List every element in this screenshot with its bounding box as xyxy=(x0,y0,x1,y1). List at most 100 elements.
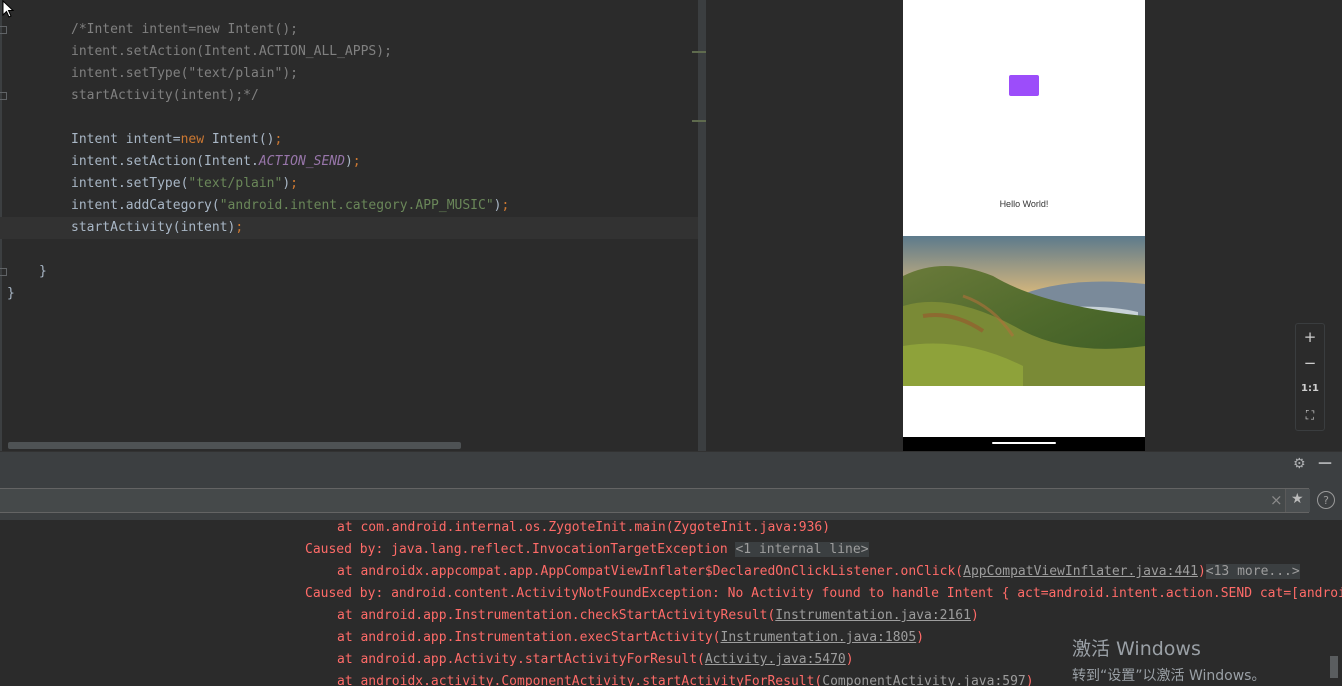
fold-marker[interactable] xyxy=(0,92,7,100)
log-line[interactable]: at android.app.Instrumentation.checkStar… xyxy=(337,605,979,627)
log-text: ) xyxy=(1197,564,1206,579)
code-line-text: } xyxy=(39,261,47,283)
code-token: new xyxy=(180,132,205,147)
clear-search-icon[interactable]: × xyxy=(1270,491,1283,509)
editor-horizontal-scrollbar[interactable] xyxy=(8,442,461,449)
star-icon: ★ xyxy=(1291,491,1304,507)
code-line[interactable] xyxy=(0,107,706,129)
log-text: at com.android.internal.os.ZygoteInit.ma… xyxy=(337,520,831,535)
code-line-text: startActivity(intent); xyxy=(71,217,243,239)
code-line[interactable]: /*Intent intent=new Intent(); xyxy=(0,19,706,41)
code-token: startActivity(intent) xyxy=(71,220,236,235)
code-token: ; xyxy=(501,198,510,213)
watermark-subtitle: 转到“设置”以激活 Windows。 xyxy=(1072,668,1266,684)
code-token: ACTION_SEND xyxy=(258,154,345,169)
zoom-out-button[interactable]: − xyxy=(1296,350,1324,376)
code-line[interactable]: } xyxy=(0,261,706,283)
code-line[interactable]: } xyxy=(0,283,706,305)
code-line-text: intent.setType("text/plain"); xyxy=(71,173,298,195)
code-line[interactable]: startActivity(intent);*/ xyxy=(0,85,706,107)
logcat-scrollbar[interactable] xyxy=(1330,656,1338,678)
source-link[interactable]: Instrumentation.java:1805 xyxy=(721,630,917,645)
code-token: intent.setAction(Intent. xyxy=(71,154,259,169)
log-line[interactable]: at com.android.internal.os.ZygoteInit.ma… xyxy=(337,520,830,539)
zoom-actual-size-button[interactable]: 1:1 xyxy=(1296,376,1324,402)
zoom-in-button[interactable]: + xyxy=(1296,324,1324,350)
code-line-text: intent.setAction(Intent.ACTION_ALL_APPS)… xyxy=(71,41,392,63)
code-token: ; xyxy=(290,176,298,191)
code-token: ) xyxy=(282,176,291,191)
log-text: Caused by: android.content.ActivityNotFo… xyxy=(305,586,1342,601)
code-line[interactable]: intent.setType("text/plain"); xyxy=(0,173,706,195)
code-line-text: Intent intent=new Intent(); xyxy=(71,129,282,151)
code-token: /*Intent intent=new Intent(); xyxy=(71,22,298,37)
log-text: ) xyxy=(970,608,979,623)
code-line[interactable]: Intent intent=new Intent(); xyxy=(0,129,706,151)
source-link[interactable]: Activity.java:5470 xyxy=(705,652,846,667)
code-token: "android.intent.category.APP_MUSIC" xyxy=(219,198,494,213)
folded-lines-toggle[interactable]: <13 more...> xyxy=(1205,564,1300,579)
logcat-search-input[interactable]: × ★ xyxy=(0,488,1310,513)
zoom-to-fit-button[interactable]: ⛶ xyxy=(1296,402,1324,428)
code-line[interactable]: intent.setAction(Intent.ACTION_ALL_APPS)… xyxy=(0,41,706,63)
fold-marker[interactable] xyxy=(0,26,7,34)
log-text: at android.app.Instrumentation.execStart… xyxy=(337,630,721,645)
zoom-controls: + − 1:1 ⛶ xyxy=(1295,323,1325,431)
log-text: ) xyxy=(1025,674,1034,686)
log-line[interactable]: Caused by: java.lang.reflect.InvocationT… xyxy=(305,539,869,561)
code-line-text: /*Intent intent=new Intent(); xyxy=(71,19,298,41)
log-text: Caused by: java.lang.reflect.InvocationT… xyxy=(305,542,736,557)
logcat-toolwindow-header: ⚙ — xyxy=(0,451,1342,479)
code-line-text: intent.addCategory("android.intent.categ… xyxy=(71,195,509,217)
code-line-text: } xyxy=(7,283,15,305)
code-token: } xyxy=(7,286,15,301)
code-line-text: intent.setAction(Intent.ACTION_SEND); xyxy=(71,151,361,173)
code-token: Intent intent= xyxy=(71,132,181,147)
log-line[interactable]: Caused by: android.content.ActivityNotFo… xyxy=(305,583,1342,605)
device-preview[interactable]: Hello World! xyxy=(903,0,1145,451)
log-text: ) xyxy=(845,652,854,667)
scroll-marker xyxy=(692,51,706,53)
code-line[interactable]: intent.setType("text/plain"); xyxy=(0,63,706,85)
source-link[interactable]: Instrumentation.java:2161 xyxy=(775,608,971,623)
code-token: intent.setAction(Intent.ACTION_ALL_APPS)… xyxy=(71,44,392,59)
minimize-icon[interactable]: — xyxy=(1318,455,1332,471)
code-line-text: startActivity(intent);*/ xyxy=(71,85,259,107)
code-line[interactable]: startActivity(intent); xyxy=(0,217,706,239)
code-token: ; xyxy=(352,154,361,169)
log-text: at android.app.Activity.startActivityFor… xyxy=(337,652,705,667)
favorite-filter-button[interactable]: ★ xyxy=(1285,489,1310,512)
source-link[interactable]: ComponentActivity.java:597 xyxy=(822,674,1026,686)
code-token: ) xyxy=(344,154,353,169)
watermark-title: 激活 Windows xyxy=(1072,638,1201,660)
code-line-text: intent.setType("text/plain"); xyxy=(71,63,298,85)
code-token: intent.addCategory( xyxy=(71,198,220,213)
windows-activation-watermark: 激活 Windows 转到“设置”以激活 Windows。 xyxy=(1072,634,1265,685)
code-token: startActivity(intent);*/ xyxy=(71,88,259,103)
folded-lines-toggle[interactable]: <1 internal line> xyxy=(735,542,869,557)
help-icon[interactable]: ? xyxy=(1317,491,1335,509)
log-line[interactable]: at androidx.activity.ComponentActivity.s… xyxy=(337,671,1034,686)
device-nav-bar xyxy=(903,437,1145,451)
preview-button[interactable] xyxy=(1009,75,1039,96)
code-token: "text/plain" xyxy=(188,176,283,191)
fold-marker[interactable] xyxy=(0,268,7,276)
code-token: ; xyxy=(235,220,244,235)
log-text: at androidx.activity.ComponentActivity.s… xyxy=(337,674,823,686)
log-text: ) xyxy=(916,630,925,645)
code-token: intent.setType("text/plain"); xyxy=(71,66,298,81)
gesture-handle xyxy=(992,442,1056,444)
gear-icon[interactable]: ⚙ xyxy=(1293,456,1306,472)
code-line[interactable]: intent.addCategory("android.intent.categ… xyxy=(0,195,706,217)
log-line[interactable]: at androidx.appcompat.app.AppCompatViewI… xyxy=(337,561,1300,583)
code-editor[interactable]: /*Intent intent=new Intent(); intent.setA… xyxy=(0,0,706,451)
mouse-cursor-icon xyxy=(2,0,15,18)
code-line[interactable]: intent.setAction(Intent.ACTION_SEND); xyxy=(0,151,706,173)
code-token: } xyxy=(39,264,47,279)
code-line[interactable] xyxy=(0,239,706,261)
source-link[interactable]: AppCompatViewInflater.java:441 xyxy=(963,564,1198,579)
log-line[interactable]: at android.app.Instrumentation.execStart… xyxy=(337,627,924,649)
code-token: ; xyxy=(274,132,283,147)
log-line[interactable]: at android.app.Activity.startActivityFor… xyxy=(337,649,854,671)
editor-vertical-scrollbar[interactable] xyxy=(698,0,706,451)
